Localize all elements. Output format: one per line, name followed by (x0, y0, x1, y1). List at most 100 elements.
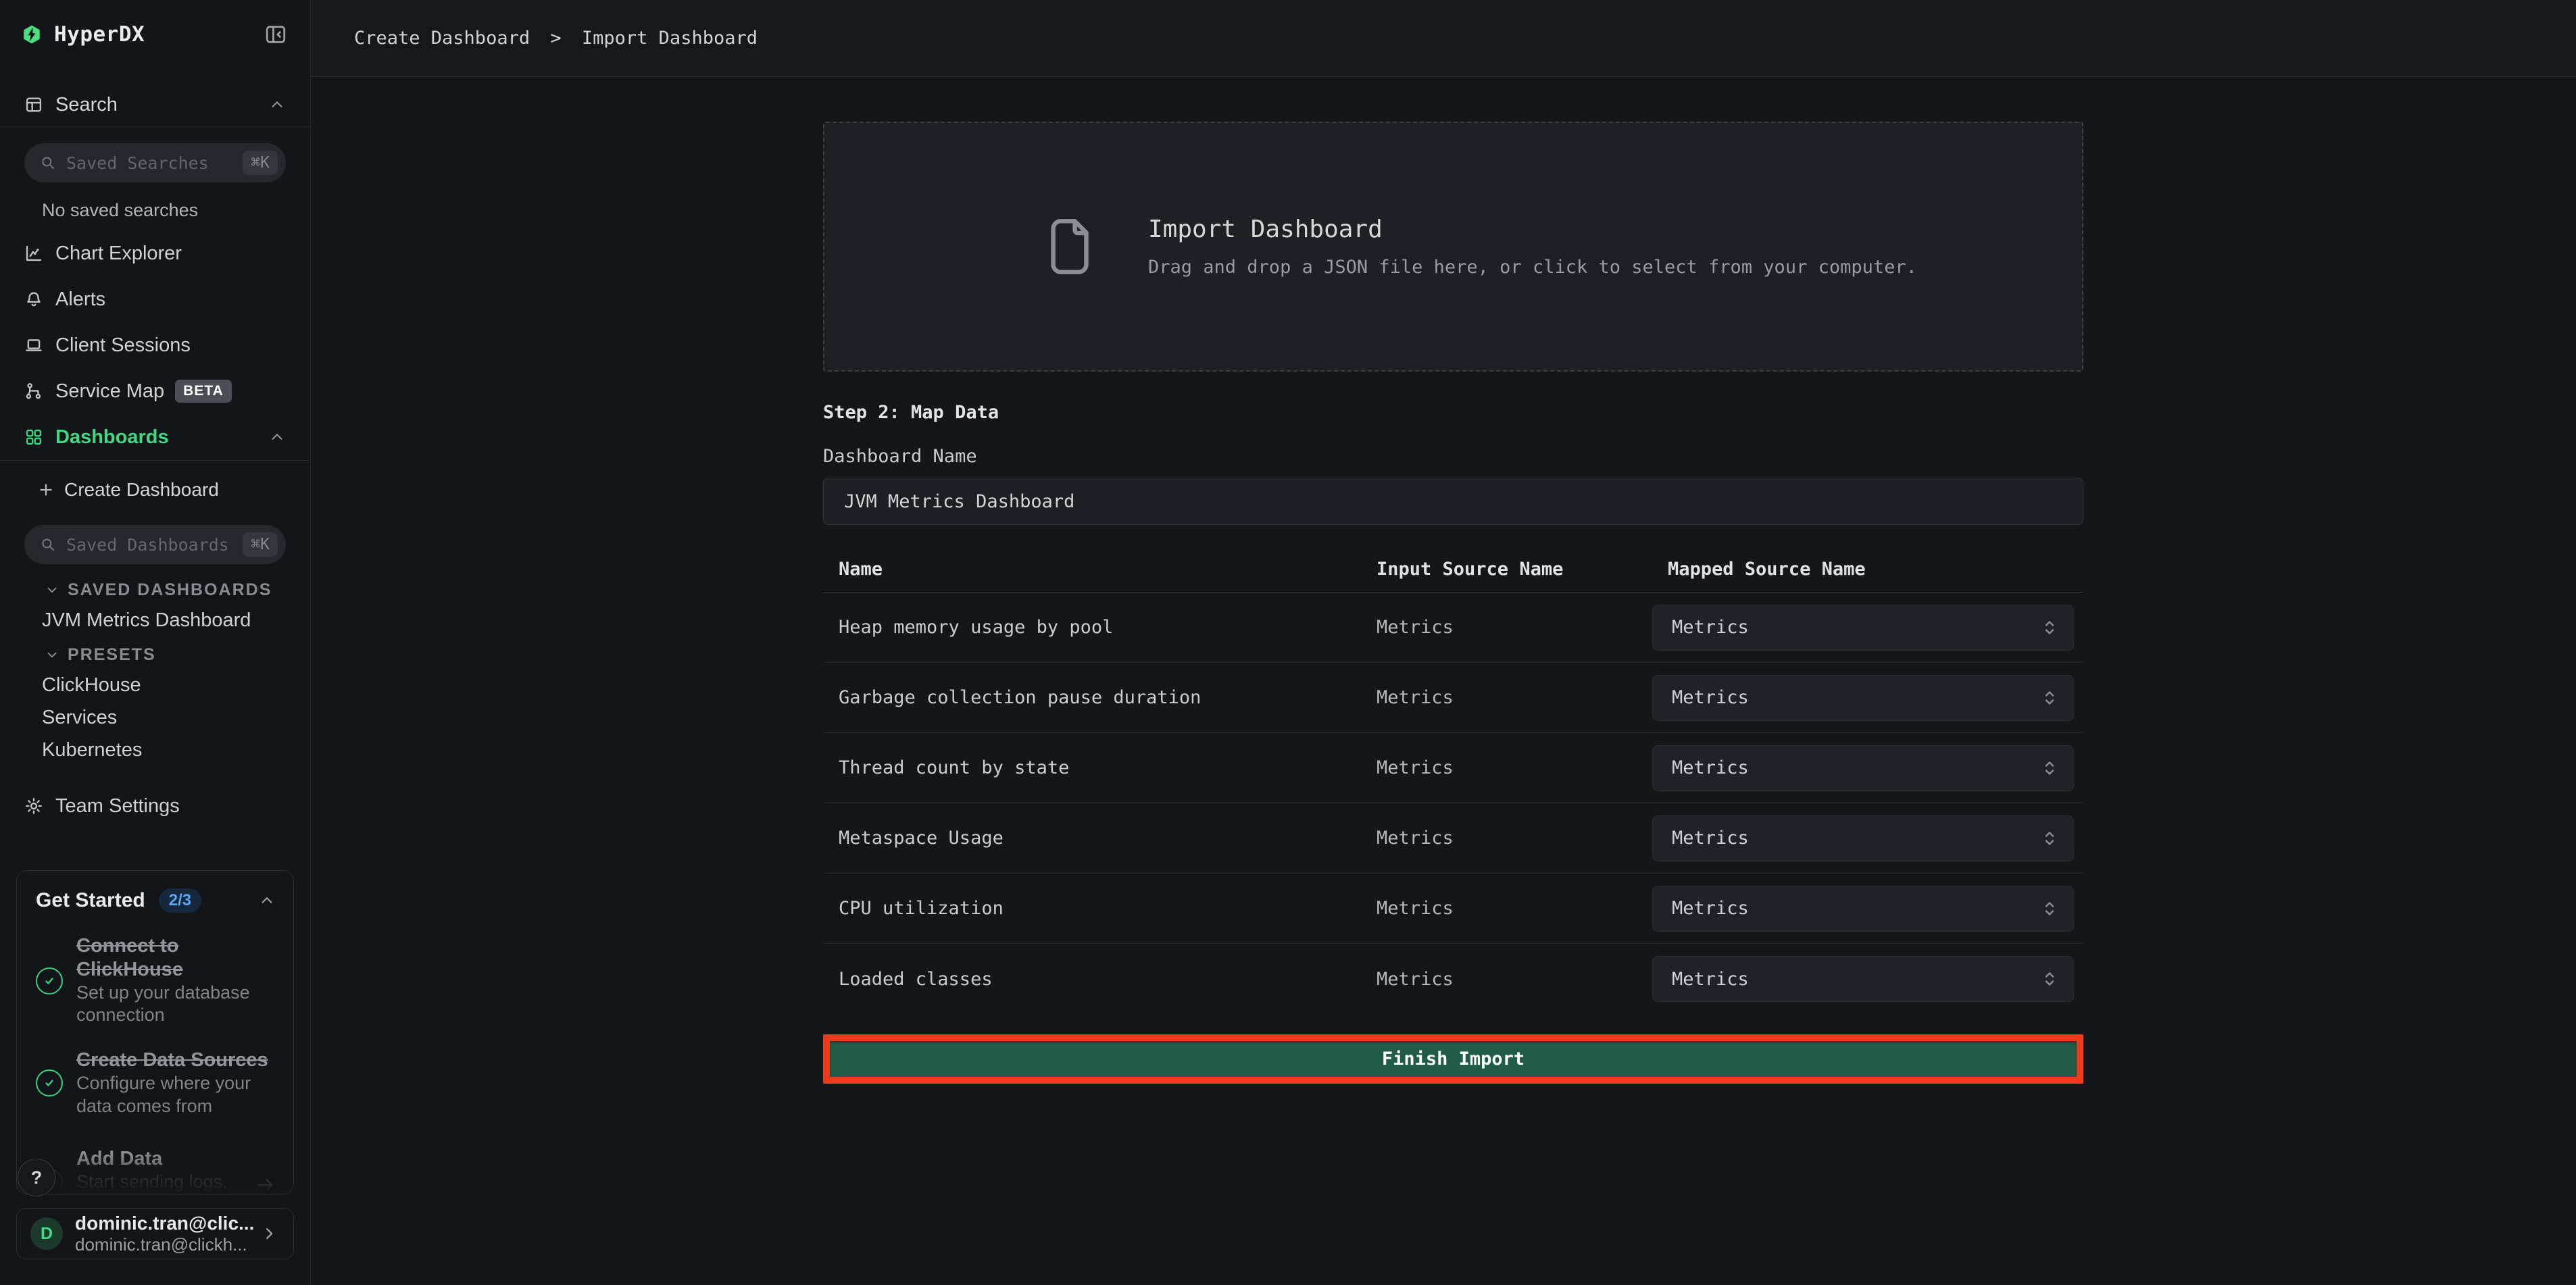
sidebar-item-label: Team Settings (55, 795, 180, 817)
chevron-down-icon (45, 582, 59, 597)
chevron-right-icon (259, 1224, 278, 1243)
saved-searches-input[interactable] (66, 153, 243, 173)
divider (0, 460, 310, 461)
create-dashboard-label: Create Dashboard (64, 479, 219, 501)
check-circle-icon (36, 1069, 63, 1097)
row-name: Garbage collection pause duration (823, 687, 1361, 708)
chevron-down-icon (45, 647, 59, 662)
group-label: SAVED DASHBOARDS (68, 580, 272, 600)
selected-value: Metrics (1672, 898, 1749, 919)
get-started-header[interactable]: Get Started 2/3 (36, 888, 276, 913)
finish-import-button[interactable]: Finish Import (830, 1041, 2077, 1077)
table-row: Thread count by state Metrics Metrics (823, 733, 2083, 803)
dashboard-link-label: Services (42, 707, 117, 729)
mapped-source-select[interactable]: Metrics (1652, 956, 2074, 1002)
divider (0, 126, 310, 127)
column-header-mapped-source: Mapped Source Name (1652, 559, 2083, 580)
selected-value: Metrics (1672, 687, 1749, 708)
sidebar-item-label: Search (55, 94, 118, 116)
dashboard-link-label: ClickHouse (42, 674, 141, 697)
sidebar-item-client-sessions[interactable]: Client Sessions (0, 322, 310, 368)
page-content: Import Dashboard Drag and drop a JSON fi… (311, 77, 2576, 1084)
sidebar-item-label: Client Sessions (55, 334, 191, 357)
get-started-item-connect[interactable]: Connect to ClickHouse Set up your databa… (36, 934, 276, 1027)
chevron-up-icon (268, 96, 286, 114)
sidebar-item-chart-explorer[interactable]: Chart Explorer (0, 230, 310, 276)
mapped-source-select[interactable]: Metrics (1652, 675, 2074, 721)
shortcut-badge: ⌘K (243, 151, 278, 175)
logo-row: HyperDX (0, 0, 310, 69)
get-started-item-sources[interactable]: Create Data Sources Configure where your… (36, 1049, 276, 1117)
help-button[interactable]: ? (18, 1159, 55, 1196)
sidebar-item-search[interactable]: Search (0, 83, 310, 126)
sidebar-item-dashboards[interactable]: Dashboards (0, 414, 310, 460)
selected-value: Metrics (1672, 617, 1749, 638)
row-input-source: Metrics (1361, 969, 1652, 990)
sidebar-item-clickhouse-preset[interactable]: ClickHouse (0, 669, 310, 701)
sidebar-item-alerts[interactable]: Alerts (0, 276, 310, 322)
row-input-source: Metrics (1361, 828, 1652, 849)
chevron-up-icon[interactable] (258, 892, 276, 909)
sidebar-item-services-preset[interactable]: Services (0, 701, 310, 734)
mapped-source-select[interactable]: Metrics (1652, 605, 2074, 651)
row-name: Thread count by state (823, 757, 1361, 778)
sidebar-item-label: Chart Explorer (55, 243, 182, 265)
task-description: Set up your database connection (76, 982, 276, 1028)
mapped-source-select[interactable]: Metrics (1652, 745, 2074, 791)
logo-text: HyperDX (54, 22, 145, 47)
mapped-source-select[interactable]: Metrics (1652, 886, 2074, 932)
selected-value: Metrics (1672, 828, 1749, 849)
dropzone-subtitle: Drag and drop a JSON file here, or click… (1148, 257, 1917, 278)
sidebar-item-jvm-metrics-dashboard[interactable]: JVM Metrics Dashboard (0, 604, 310, 636)
column-header-input-source: Input Source Name (1361, 559, 1652, 580)
select-chevrons-icon (2038, 827, 2061, 850)
bell-icon (24, 290, 43, 309)
group-saved-dashboards[interactable]: SAVED DASHBOARDS (0, 580, 310, 600)
dropzone-title: Import Dashboard (1148, 216, 1917, 243)
column-header-name: Name (823, 559, 1361, 580)
saved-searches-search[interactable]: ⌘K (24, 143, 286, 182)
selected-value: Metrics (1672, 969, 1749, 990)
select-chevrons-icon (2038, 616, 2061, 639)
dashboard-name-input[interactable] (823, 478, 2083, 525)
mapped-source-select[interactable]: Metrics (1652, 815, 2074, 861)
table-row: CPU utilization Metrics Metrics (823, 874, 2083, 944)
row-name: Loaded classes (823, 969, 1361, 990)
group-presets[interactable]: PRESETS (0, 645, 310, 665)
topbar: Create Dashboard > Import Dashboard (311, 0, 2576, 77)
get-started-title: Get Started (36, 889, 145, 912)
create-dashboard-button[interactable]: Create Dashboard (0, 471, 310, 509)
laptop-icon (24, 336, 43, 355)
task-title: Connect to ClickHouse (76, 934, 276, 982)
row-name: Heap memory usage by pool (823, 617, 1361, 638)
gear-icon (24, 797, 43, 815)
get-started-item-add-data[interactable]: Add Data Start sending logs, metrics, or… (36, 1147, 276, 1194)
dashboard-name-label: Dashboard Name (823, 446, 2083, 467)
app-window: HyperDX Search (0, 0, 2576, 1285)
breadcrumb-create-dashboard[interactable]: Create Dashboard (354, 28, 530, 49)
user-email: dominic.tran@clickh... (75, 1234, 254, 1255)
hierarchy-icon (24, 382, 43, 401)
table-row: Heap memory usage by pool Metrics Metric… (823, 593, 2083, 663)
collapse-sidebar-button[interactable] (264, 23, 287, 46)
saved-dashboards-input[interactable] (66, 535, 243, 555)
sidebar-item-kubernetes-preset[interactable]: Kubernetes (0, 734, 310, 766)
shortcut-badge: ⌘K (243, 532, 278, 557)
import-dropzone[interactable]: Import Dashboard Drag and drop a JSON fi… (823, 122, 2083, 372)
user-menu[interactable]: D dominic.tran@clic... dominic.tran@clic… (16, 1208, 294, 1259)
dashboard-link-label: Kubernetes (42, 739, 142, 761)
select-chevrons-icon (2038, 967, 2061, 990)
dashboards-grid-icon (24, 428, 43, 447)
saved-dashboards-search[interactable]: ⌘K (24, 525, 286, 564)
get-started-panel: Get Started 2/3 Connect to ClickHouse Se… (16, 870, 294, 1194)
table-row: Loaded classes Metrics Metrics (823, 944, 2083, 1014)
task-description: Start sending logs, metrics, or traces (76, 1171, 245, 1194)
plus-icon (37, 481, 55, 499)
search-icon (39, 536, 57, 553)
row-input-source: Metrics (1361, 898, 1652, 919)
breadcrumb-import-dashboard: Import Dashboard (582, 28, 758, 49)
check-circle-icon (36, 967, 63, 994)
row-name: Metaspace Usage (823, 828, 1361, 849)
sidebar-item-service-map[interactable]: Service Map BETA (0, 368, 310, 414)
sidebar-item-team-settings[interactable]: Team Settings (0, 783, 310, 829)
